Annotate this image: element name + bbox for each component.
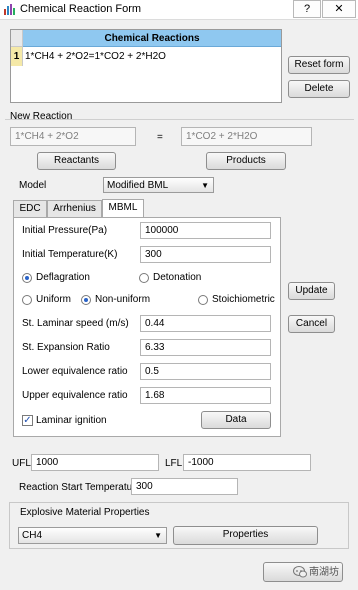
divider (5, 119, 354, 120)
deflagration-radio[interactable] (22, 273, 32, 283)
laminar-ignition-label: Laminar ignition (36, 415, 107, 426)
deflagration-label: Deflagration (36, 272, 90, 283)
table-corner (11, 30, 23, 47)
lower-equivalence-label: Lower equivalence ratio (22, 366, 128, 377)
lfl-label: LFL (165, 458, 183, 469)
reactants-button[interactable]: Reactants (37, 152, 116, 170)
start-temperature-label: Reaction Start Temperature (19, 482, 142, 493)
tab-mbml[interactable]: MBML (102, 199, 144, 218)
close-button[interactable]: ✕ (322, 0, 356, 18)
detonation-label: Detonation (153, 272, 202, 283)
lfl-input[interactable]: -1000 (183, 454, 311, 471)
properties-button[interactable]: Properties (173, 526, 318, 545)
expansion-ratio-input[interactable]: 6.33 (140, 339, 271, 356)
model-label: Model (19, 180, 47, 191)
new-reaction-label: New Reaction (10, 111, 73, 122)
upper-equivalence-label: Upper equivalence ratio (22, 390, 128, 401)
laminar-ignition-checkbox[interactable]: ✓ (22, 415, 33, 426)
products-button[interactable]: Products (206, 152, 286, 170)
tab-arrhenius[interactable]: Arrhenius (47, 200, 102, 217)
stoichiometric-radio[interactable] (198, 295, 208, 305)
initial-temperature-label: Initial Temperature(K) (22, 249, 118, 260)
lower-equivalence-input[interactable]: 0.5 (140, 363, 271, 380)
help-button[interactable]: ? (293, 0, 321, 18)
tab-edc[interactable]: EDC (13, 200, 47, 217)
non-uniform-radio[interactable] (81, 295, 91, 305)
laminar-speed-input[interactable]: 0.44 (140, 315, 271, 332)
uniform-label: Uniform (36, 294, 72, 305)
equals-sign: = (157, 132, 163, 143)
initial-pressure-input[interactable]: 100000 (140, 222, 271, 239)
laminar-speed-label: St. Laminar speed (m/s) (22, 318, 129, 329)
cancel-button[interactable]: Cancel (288, 315, 335, 333)
uniform-radio[interactable] (22, 295, 32, 305)
material-select[interactable]: CH4 ▼ (18, 527, 167, 544)
detonation-radio[interactable] (139, 273, 149, 283)
update-button[interactable]: Update (288, 282, 335, 300)
chevron-down-icon: ▼ (154, 531, 162, 540)
window-title: Chemical Reaction Form (20, 3, 142, 15)
explosive-properties-label: Explosive Material Properties (18, 506, 152, 520)
watermark-text: 南湖坊 (309, 567, 339, 578)
stoichiometric-label: Stoichiometric (212, 294, 275, 305)
delete-button[interactable]: Delete (288, 80, 350, 98)
app-icon (4, 4, 15, 15)
expansion-ratio-label: St. Expansion Ratio (22, 342, 110, 353)
table-row-index[interactable]: 1 (11, 47, 23, 66)
model-select-value: Modified BML (107, 180, 169, 191)
data-button[interactable]: Data (201, 411, 271, 429)
ufl-input[interactable]: 1000 (31, 454, 159, 471)
reactions-table: Chemical Reactions 1 1*CH4 + 2*O2=1*CO2 … (10, 29, 282, 103)
ufl-label: UFL (12, 458, 31, 469)
chevron-down-icon: ▼ (201, 181, 209, 190)
non-uniform-label: Non-uniform (95, 294, 151, 305)
table-row[interactable]: 1*CH4 + 2*O2=1*CO2 + 2*H2O (24, 47, 281, 66)
initial-temperature-input[interactable]: 300 (140, 246, 271, 263)
chat-icon (293, 566, 307, 578)
start-temperature-input[interactable]: 300 (131, 478, 238, 495)
upper-equivalence-input[interactable]: 1.68 (140, 387, 271, 404)
mbml-panel: Initial Pressure(Pa) 100000 Initial Temp… (13, 217, 281, 437)
material-select-value: CH4 (22, 530, 43, 541)
initial-pressure-label: Initial Pressure(Pa) (22, 225, 108, 236)
reset-form-button[interactable]: Reset form (288, 56, 350, 74)
table-header[interactable]: Chemical Reactions (23, 30, 281, 47)
reactants-field[interactable]: 1*CH4 + 2*O2 (10, 127, 136, 146)
products-field[interactable]: 1*CO2 + 2*H2O (181, 127, 312, 146)
model-select[interactable]: Modified BML ▼ (103, 177, 214, 193)
